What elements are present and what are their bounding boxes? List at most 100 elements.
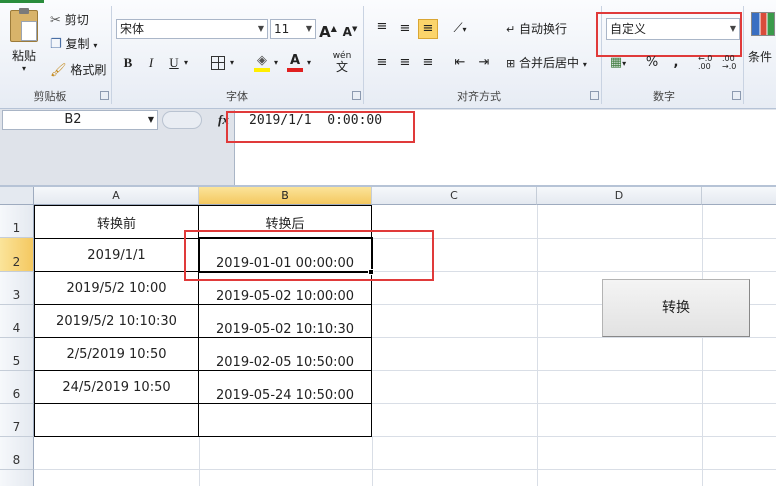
- align-left-button[interactable]: ≡: [372, 53, 392, 73]
- chevron-down-icon: ▼: [147, 115, 154, 124]
- cell-a6[interactable]: 24/5/2019 10:50: [35, 380, 198, 395]
- phonetic-icon: 文: [335, 60, 348, 74]
- align-middle-button[interactable]: ≡: [395, 19, 415, 39]
- cell-a1[interactable]: 转换前: [35, 213, 198, 232]
- cell-b5[interactable]: 2019-02-05 10:50:00: [216, 355, 354, 370]
- clipboard-launcher-icon[interactable]: [100, 91, 109, 100]
- row-header-5[interactable]: 5: [0, 338, 34, 371]
- name-box[interactable]: B2 ▼: [2, 110, 158, 130]
- copy-icon: ❐: [50, 37, 62, 52]
- decrease-decimal-button[interactable]: .00 →.0: [722, 55, 736, 71]
- alignment-launcher-icon[interactable]: [590, 91, 599, 100]
- table-border: [34, 337, 372, 338]
- fill-color-button[interactable]: ◈: [252, 51, 272, 72]
- shrink-font-button[interactable]: A▼: [340, 19, 360, 39]
- border-button[interactable]: [208, 53, 228, 73]
- column-header-a[interactable]: A: [34, 187, 199, 205]
- bold-button[interactable]: B: [118, 53, 138, 73]
- row-header-3[interactable]: 3: [0, 272, 34, 305]
- align-center-button[interactable]: ≡: [395, 53, 415, 73]
- row-header-9[interactable]: [0, 470, 34, 486]
- align-bottom-button[interactable]: ≡: [418, 19, 438, 39]
- wrap-text-button[interactable]: ↵ 自动换行: [506, 21, 567, 39]
- number-launcher-icon[interactable]: [732, 91, 741, 100]
- font-size-value: 11: [274, 22, 290, 36]
- chevron-down-icon[interactable]: ▾: [230, 58, 234, 67]
- gridline: [34, 469, 776, 470]
- column-header-d[interactable]: D: [537, 187, 702, 205]
- decrease-decimal-icon: →.0: [722, 62, 737, 71]
- ribbon: 粘贴 ▾ ✂ 剪切 ❐ 复制 ▾ 🖌 格式刷 剪贴板 宋体 ▼ 11 ▼ A▲ …: [0, 0, 776, 109]
- paintbrush-icon: 🖌: [50, 63, 67, 78]
- convert-button[interactable]: 转换: [602, 279, 750, 337]
- row-header-1[interactable]: 1: [0, 205, 34, 238]
- chevron-down-icon: ▾: [21, 64, 26, 73]
- increase-indent-button[interactable]: ⇥: [474, 53, 494, 73]
- chevron-down-icon[interactable]: ▾: [184, 58, 188, 67]
- chevron-down-icon[interactable]: ▾: [274, 58, 278, 67]
- merge-center-label: 合并后居中: [519, 56, 580, 70]
- font-name-combo[interactable]: 宋体 ▼: [116, 19, 268, 39]
- chevron-down-icon[interactable]: ▾: [307, 58, 311, 67]
- row-header-6[interactable]: 6: [0, 371, 34, 404]
- currency-button[interactable]: ▦▾: [608, 53, 628, 73]
- decrease-indent-button[interactable]: ⇤: [450, 53, 470, 73]
- phonetic-button[interactable]: wén 文: [328, 52, 356, 76]
- paste-button[interactable]: 粘贴 ▾: [6, 8, 42, 80]
- select-all-corner[interactable]: [0, 187, 34, 205]
- font-group-label: 字体: [226, 90, 248, 103]
- copy-label: 复制: [65, 37, 90, 51]
- border-icon: [211, 55, 225, 70]
- format-painter-button[interactable]: 🖌 格式刷: [50, 62, 106, 80]
- group-divider: [743, 6, 744, 104]
- format-painter-label: 格式刷: [70, 63, 107, 77]
- font-color-button[interactable]: A: [285, 51, 305, 72]
- column-header-e[interactable]: [702, 187, 776, 205]
- font-size-combo[interactable]: 11 ▼: [270, 19, 316, 39]
- row-header-8[interactable]: 8: [0, 437, 34, 470]
- paste-label: 粘贴: [11, 49, 36, 63]
- gridline: [199, 437, 200, 486]
- font-launcher-icon[interactable]: [352, 91, 361, 100]
- formula-highlight: [226, 111, 415, 143]
- chevron-down-icon: ▾: [93, 41, 98, 50]
- clipboard-group-label: 剪贴板: [33, 90, 67, 103]
- increase-decimal-button[interactable]: ←.0.00: [698, 55, 712, 71]
- gridline: [702, 205, 703, 486]
- align-right-button[interactable]: ≡: [418, 53, 438, 73]
- conditional-format-icon: [751, 12, 775, 36]
- align-top-button[interactable]: ≡: [372, 17, 392, 37]
- copy-button[interactable]: ❐ 复制 ▾: [50, 36, 97, 54]
- table-border: [34, 304, 372, 305]
- cell-b3[interactable]: 2019-05-02 10:00:00: [216, 289, 354, 304]
- paint-bucket-icon: ◈: [257, 53, 267, 68]
- cell-highlight: [184, 230, 434, 281]
- chevron-down-icon: ▾: [582, 60, 587, 69]
- row-header-2[interactable]: 2: [0, 238, 34, 272]
- cut-button[interactable]: ✂ 剪切: [50, 12, 89, 30]
- merge-center-button[interactable]: ⊞ 合并后居中 ▾: [506, 55, 587, 73]
- row-header-7[interactable]: 7: [0, 404, 34, 437]
- conditional-format-button[interactable]: 条件: [748, 8, 776, 68]
- comma-button[interactable]: ,: [666, 53, 686, 73]
- table-border: [34, 436, 372, 437]
- row-header-4[interactable]: 4: [0, 305, 34, 338]
- cell-a5[interactable]: 2/5/2019 10:50: [35, 347, 198, 362]
- table-border: [34, 370, 372, 371]
- cell-b4[interactable]: 2019-05-02 10:10:30: [216, 322, 354, 337]
- cell-a3[interactable]: 2019/5/2 10:00: [35, 281, 198, 296]
- splitter-handle[interactable]: [162, 111, 202, 129]
- column-header-c[interactable]: C: [372, 187, 537, 205]
- cell-a4[interactable]: 2019/5/2 10:10:30: [35, 314, 198, 329]
- paste-icon: [10, 8, 38, 42]
- percent-button[interactable]: %: [642, 53, 662, 73]
- orientation-button[interactable]: ⟋▾: [450, 19, 470, 39]
- merge-icon: ⊞: [506, 57, 516, 70]
- italic-button[interactable]: I: [141, 53, 161, 73]
- table-border: [34, 403, 372, 404]
- grow-font-button[interactable]: A▲: [318, 19, 338, 41]
- cell-a2[interactable]: 2019/1/1: [35, 248, 198, 263]
- underline-button[interactable]: U: [164, 53, 184, 73]
- cell-b6[interactable]: 2019-05-24 10:50:00: [216, 388, 354, 403]
- column-header-b[interactable]: B: [199, 187, 372, 205]
